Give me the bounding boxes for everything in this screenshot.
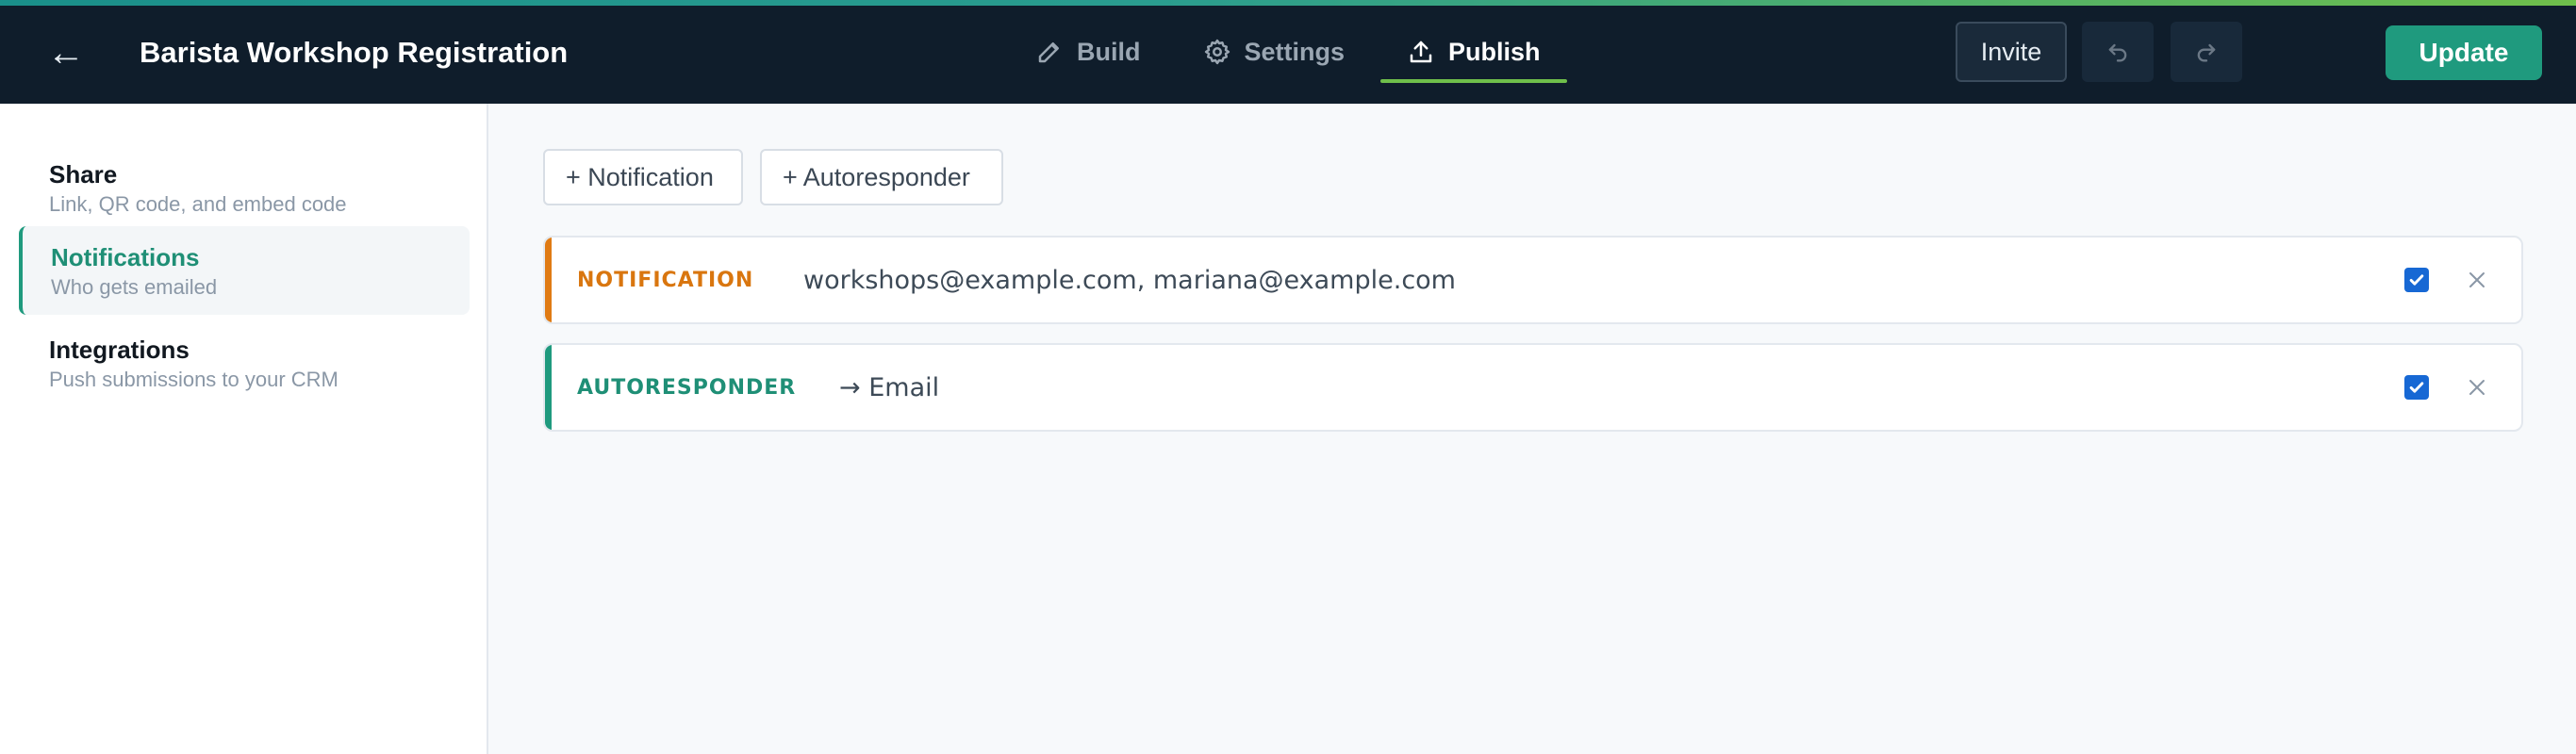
sidebar-item-share[interactable]: Share Link, QR code, and embed code — [19, 143, 470, 232]
update-button[interactable]: Update — [2386, 25, 2542, 80]
add-notification-button[interactable]: + Notification — [543, 149, 743, 205]
remove-card-button[interactable] — [2461, 371, 2493, 403]
sidebar-item-description: Who gets emailed — [51, 275, 218, 299]
tab-build[interactable]: Build — [1009, 0, 1167, 104]
card-recipients: workshops@example.com, mariana@example.c… — [803, 265, 1456, 295]
undo-icon — [2108, 43, 2127, 62]
notification-card: NOTIFICATION workshops@example.com, mari… — [543, 236, 2523, 324]
pencil-icon — [1038, 42, 1059, 63]
close-icon — [2469, 380, 2485, 395]
arrow-left-icon: ← — [47, 32, 85, 74]
redo-icon — [2197, 43, 2216, 62]
gear-icon — [1204, 39, 1230, 65]
invite-button[interactable]: Invite — [1956, 22, 2067, 82]
autoresponder-card: AUTORESPONDER → Email — [543, 343, 2523, 432]
card-type-label: NOTIFICATION — [577, 268, 754, 292]
form-title: Barista Workshop Registration — [140, 36, 569, 69]
sidebar-item-notifications[interactable]: Notifications Who gets emailed — [19, 226, 470, 315]
tab-publish-label: Publish — [1448, 37, 1541, 66]
check-icon — [2409, 382, 2424, 393]
tab-build-label: Build — [1077, 37, 1141, 66]
close-icon — [2469, 272, 2485, 287]
main-tabs: Build Settings Publish — [1009, 0, 1577, 104]
check-icon — [2409, 274, 2424, 286]
add-autoresponder-button[interactable]: + Autoresponder — [760, 149, 1003, 205]
card-type-label: AUTORESPONDER — [577, 375, 797, 400]
enable-checkbox[interactable] — [2404, 375, 2429, 400]
tab-publish[interactable]: Publish — [1380, 0, 1567, 104]
back-button[interactable]: ← — [41, 28, 91, 77]
enable-checkbox[interactable] — [2404, 268, 2429, 292]
card-target: → Email — [839, 372, 940, 402]
sidebar-item-integrations[interactable]: Integrations Push submissions to your CR… — [19, 319, 470, 407]
redo-button[interactable] — [2171, 22, 2242, 82]
undo-button[interactable] — [2082, 22, 2154, 82]
top-bar: ← Barista Workshop Registration Build Se… — [0, 0, 2576, 104]
sidebar-item-description: Push submissions to your CRM — [49, 368, 339, 391]
remove-card-button[interactable] — [2461, 264, 2493, 296]
tab-settings-label: Settings — [1244, 37, 1346, 66]
sidebar-item-label: Notifications — [51, 243, 200, 271]
sidebar-item-label: Share — [49, 160, 118, 188]
upload-icon — [1410, 41, 1432, 63]
card-accent-bar — [545, 345, 552, 430]
notifications-panel: + Notification + Autoresponder NOTIFICAT… — [490, 104, 2576, 754]
sidebar-item-label: Integrations — [49, 336, 190, 364]
card-accent-bar — [545, 238, 552, 322]
publish-sidebar: Share Link, QR code, and embed code Noti… — [0, 104, 488, 754]
tab-settings[interactable]: Settings — [1177, 0, 1372, 104]
sidebar-item-description: Link, QR code, and embed code — [49, 192, 347, 216]
